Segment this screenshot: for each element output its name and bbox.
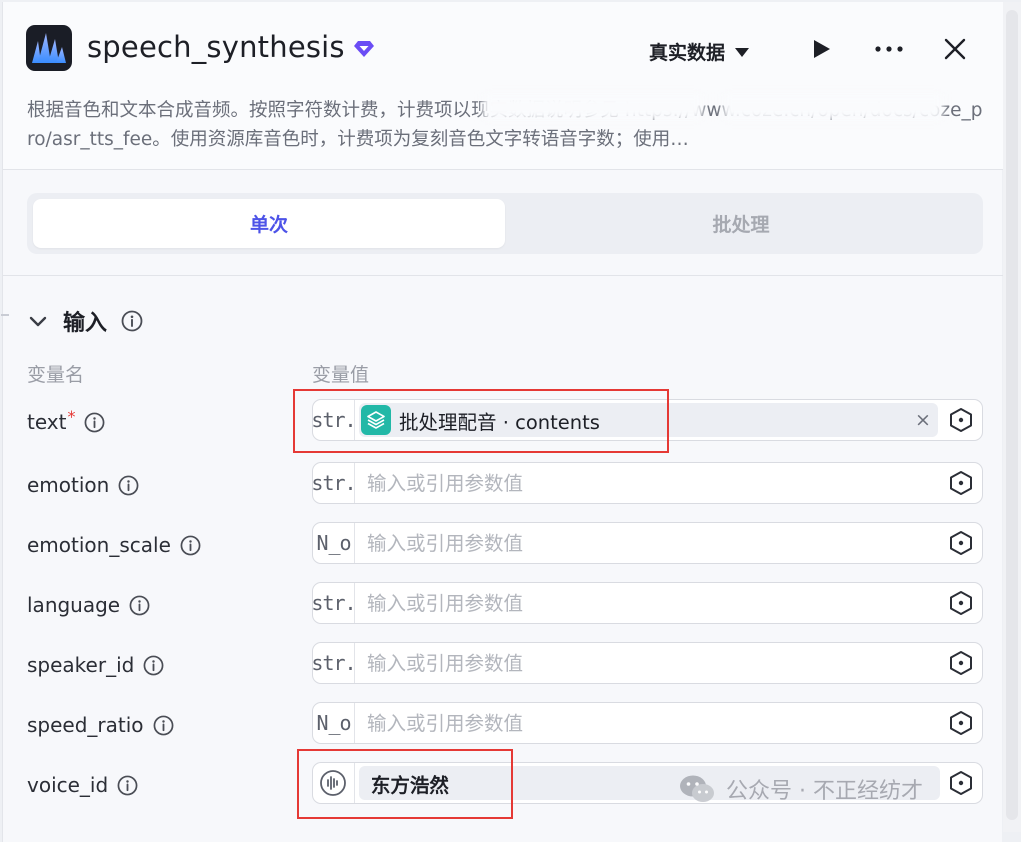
tab-batch[interactable]: 批处理 (505, 199, 977, 248)
chevron-down-icon[interactable] (27, 310, 49, 332)
language-input[interactable] (355, 583, 940, 623)
input-section-title: 输入 (63, 311, 108, 336)
audio-wave-icon (320, 770, 347, 796)
param-name: language (27, 593, 121, 617)
emotion-value-field[interactable]: str. (311, 462, 983, 504)
reference-chip[interactable]: 批处理配音 · contents × (359, 403, 938, 437)
info-icon[interactable] (118, 475, 139, 496)
variable-ref-button[interactable] (940, 400, 982, 440)
info-icon[interactable] (143, 655, 164, 676)
variable-hex-icon (950, 651, 972, 675)
data-mode-select[interactable]: 真实数据 (649, 38, 750, 64)
variable-ref-button[interactable] (940, 703, 982, 743)
param-row-emotion-scale: emotion_scale N̲o (3, 522, 1003, 568)
type-tag-str: str. (311, 583, 357, 623)
info-icon[interactable] (129, 595, 150, 616)
variable-hex-icon (950, 531, 972, 555)
caret-down-icon (735, 47, 750, 57)
close-icon (944, 38, 966, 60)
param-name: voice_id (27, 773, 109, 797)
param-row-speed-ratio: speed_ratio N̲o (3, 702, 1003, 748)
info-icon[interactable] (84, 412, 105, 433)
emotion-scale-value-field[interactable]: N̲o (312, 522, 983, 564)
info-icon[interactable] (121, 310, 143, 332)
language-value-field[interactable]: str. (311, 582, 983, 624)
variable-hex-icon (950, 471, 972, 495)
watermark-text: 公众号 · 不正经纺才 (726, 779, 923, 804)
clear-reference-icon[interactable]: × (908, 409, 938, 431)
info-icon[interactable] (117, 775, 138, 796)
param-name: emotion (27, 473, 110, 497)
diamond-badge-icon (354, 41, 374, 57)
speaker-id-input[interactable] (355, 643, 940, 683)
info-icon[interactable] (153, 715, 174, 736)
variable-ref-button[interactable] (940, 583, 982, 623)
speaker-id-value-field[interactable]: str. (311, 642, 983, 684)
run-mode-tabs: 单次 批处理 (27, 193, 983, 254)
variable-ref-button[interactable] (940, 643, 982, 683)
divider (3, 275, 1003, 276)
node-title: speech_synthesis (87, 30, 345, 64)
variable-ref-button[interactable] (940, 463, 982, 503)
required-mark: * (67, 406, 76, 426)
reference-label: 批处理配音 · contents (399, 410, 600, 434)
param-name: emotion_scale (27, 533, 171, 557)
variable-hex-icon (950, 771, 973, 795)
variable-hex-icon (950, 711, 972, 735)
text-value-field[interactable]: str. 批处理配音 · contents × (311, 399, 983, 441)
param-name: speed_ratio (27, 713, 144, 737)
node-panel: speech_synthesis 真实数据 根据音色和文本合成音频。按照字符数计… (1, 2, 1003, 842)
type-tag-number: N̲o (313, 523, 355, 563)
emotion-input[interactable] (355, 463, 940, 503)
emotion-scale-input[interactable] (355, 523, 940, 563)
info-icon[interactable] (180, 535, 201, 556)
column-header-name: 变量名 (27, 364, 85, 386)
speed-ratio-input[interactable] (355, 703, 940, 743)
variable-hex-icon (950, 408, 972, 432)
type-tag-str: str. (311, 400, 357, 440)
speech-logo-icon (26, 25, 72, 71)
speed-ratio-value-field[interactable]: N̲o (312, 702, 983, 744)
variable-hex-icon (950, 591, 972, 615)
param-name: text (27, 410, 67, 434)
type-tag-number: N̲o (313, 703, 355, 743)
run-button[interactable] (804, 32, 838, 66)
column-header-value: 变量值 (312, 364, 370, 386)
play-icon (814, 40, 830, 58)
more-dots-icon (875, 46, 903, 52)
close-button[interactable] (938, 32, 972, 66)
param-row-speaker-id: speaker_id str. (3, 642, 1003, 688)
panel-header: speech_synthesis 真实数据 根据音色和文本合成音频。按照字符数计… (3, 2, 1003, 170)
more-options-button[interactable] (872, 32, 906, 66)
redaction-blur (483, 94, 703, 120)
param-row-text: text * str. 批处理配音 · contents × (3, 399, 1003, 445)
type-tag-str: str. (311, 643, 357, 683)
param-row-emotion: emotion str. (3, 462, 1003, 508)
side-marker (1, 314, 9, 316)
wechat-icon (680, 775, 714, 802)
scrollbar-thumb[interactable] (1006, 10, 1018, 820)
data-mode-label: 真实数据 (649, 41, 726, 64)
watermark: 公众号 · 不正经纺才 (678, 771, 923, 807)
input-section-header: 输入 (27, 305, 143, 337)
redaction-blur-2 (723, 94, 943, 120)
variable-ref-button[interactable] (940, 763, 982, 803)
voice-type-tag (313, 763, 355, 803)
tab-single[interactable]: 单次 (33, 199, 505, 248)
param-name: speaker_id (27, 653, 135, 677)
variable-ref-button[interactable] (940, 523, 982, 563)
type-tag-str: str. (311, 463, 357, 503)
layers-icon (361, 405, 391, 435)
param-row-language: language str. (3, 582, 1003, 628)
